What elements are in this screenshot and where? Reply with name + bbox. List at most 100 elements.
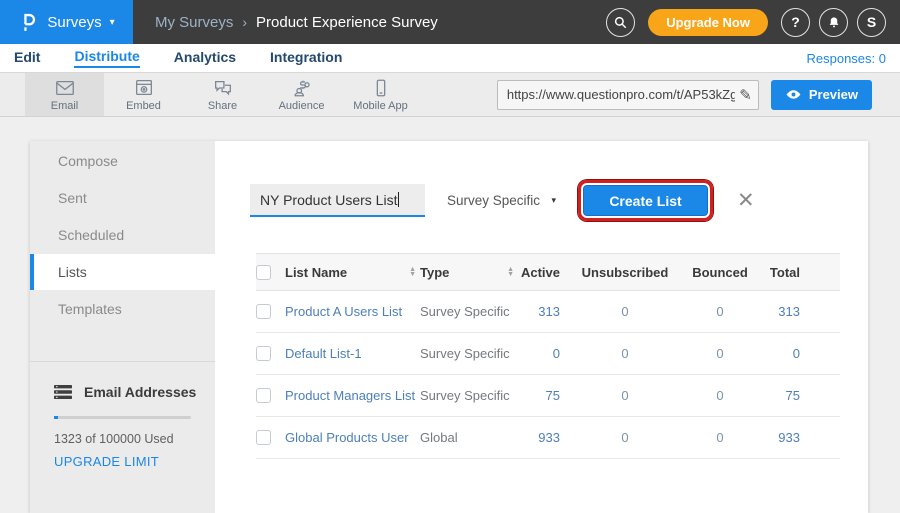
list-type-cell: Survey Specific [420, 388, 510, 403]
survey-nav: Edit Distribute Analytics Integration Re… [0, 44, 900, 72]
lists-main-panel: NY Product Users List Survey Specific ▾ … [215, 141, 868, 513]
embed-icon [133, 78, 155, 98]
sort-icon[interactable]: ▲▼ [409, 267, 416, 277]
breadcrumb: My Surveys › Product Experience Survey [155, 14, 438, 31]
unsubscribed-count: 0 [560, 388, 690, 403]
search-icon [613, 15, 628, 30]
sidebar-item-lists[interactable]: Lists [30, 254, 215, 290]
breadcrumb-my-surveys[interactable]: My Surveys [155, 14, 233, 31]
usage-progress-fill [54, 416, 58, 419]
total-count: 75 [750, 388, 824, 403]
create-list-button[interactable]: Create List [583, 185, 708, 216]
table-header-row: List Name ▲▼ Type ▲▼ Active Unsubscribed… [256, 253, 840, 291]
row-checkbox[interactable] [256, 430, 271, 445]
list-type-cell: Survey Specific [420, 346, 510, 361]
avatar-letter: S [867, 14, 876, 30]
surveys-product-menu[interactable]: Surveys ▾ [0, 0, 133, 44]
column-header-list-name: List Name [285, 265, 347, 280]
row-checkbox[interactable] [256, 388, 271, 403]
active-count: 75 [518, 388, 560, 403]
notifications-button[interactable] [819, 8, 848, 37]
channel-tab-email[interactable]: Email [25, 73, 104, 116]
questionpro-logo-icon [18, 12, 39, 33]
unsubscribed-count: 0 [560, 304, 690, 319]
email-lists-card: Compose Sent Scheduled Lists Templates [30, 141, 868, 513]
select-all-checkbox[interactable] [256, 265, 271, 280]
sidebar-item-label: Sent [58, 190, 87, 206]
channel-tab-share[interactable]: Share [183, 73, 262, 116]
sidebar-item-label: Scheduled [58, 227, 124, 243]
list-type-cell: Global [420, 430, 458, 445]
list-name-link[interactable]: Global Products User [285, 430, 409, 445]
upgrade-limit-link[interactable]: UPGRADE LIMIT [30, 446, 215, 469]
breadcrumb-separator: › [242, 14, 247, 30]
bounced-count: 0 [690, 388, 750, 403]
search-button[interactable] [606, 8, 635, 37]
survey-url-field[interactable]: https://www.questionpro.com/t/AP53kZgfo … [497, 80, 759, 110]
table-row: Product Managers List Survey Specific 75… [256, 375, 840, 417]
table-row: Global Products User Global 933 0 0 933 [256, 417, 840, 459]
close-icon[interactable]: ✕ [737, 190, 755, 211]
bounced-count: 0 [690, 430, 750, 445]
audience-icon [291, 78, 313, 98]
channel-tab-embed[interactable]: Embed [104, 73, 183, 116]
preview-button[interactable]: Preview [771, 80, 872, 110]
list-name-link[interactable]: Product Managers List [285, 388, 415, 403]
top-header: Surveys ▾ My Surveys › Product Experienc… [0, 0, 900, 44]
tab-analytics[interactable]: Analytics [174, 49, 236, 67]
total-count: 933 [750, 430, 824, 445]
tab-edit[interactable]: Edit [14, 49, 40, 67]
sidebar-item-sent[interactable]: Sent [30, 180, 215, 216]
header-actions: Upgrade Now ? S [606, 8, 900, 37]
list-type-cell: Survey Specific [420, 304, 510, 319]
sidebar-item-compose[interactable]: Compose [30, 143, 215, 179]
sidebar-item-templates[interactable]: Templates [30, 291, 215, 327]
upgrade-now-button[interactable]: Upgrade Now [648, 9, 768, 36]
chevron-down-icon: ▾ [551, 195, 556, 206]
column-header-bounced: Bounced [690, 265, 750, 280]
toolbar-right: https://www.questionpro.com/t/AP53kZgfo … [497, 80, 900, 110]
tab-distribute[interactable]: Distribute [74, 48, 139, 68]
total-count: 313 [750, 304, 824, 319]
row-checkbox[interactable] [256, 346, 271, 361]
app-window: Surveys ▾ My Surveys › Product Experienc… [0, 0, 900, 497]
sidebar-item-label: Lists [58, 264, 87, 280]
edit-url-pencil-icon[interactable]: ✎ [735, 86, 752, 104]
list-name-input[interactable]: NY Product Users List [250, 184, 425, 217]
active-count: 0 [518, 346, 560, 361]
email-addresses-title: Email Addresses [84, 384, 196, 400]
list-name-value: NY Product Users List [260, 192, 397, 208]
active-count: 313 [518, 304, 560, 319]
channel-tab-label: Email [51, 100, 79, 112]
tab-integration[interactable]: Integration [270, 49, 342, 67]
bell-icon [827, 15, 841, 29]
user-avatar[interactable]: S [857, 8, 886, 37]
email-sidebar: Compose Sent Scheduled Lists Templates [30, 141, 215, 513]
sort-icon[interactable]: ▲▼ [507, 267, 514, 277]
column-header-active: Active [518, 265, 560, 280]
row-checkbox[interactable] [256, 304, 271, 319]
breadcrumb-current-survey: Product Experience Survey [256, 14, 438, 31]
annotation-highlight-ring: Create List [578, 180, 713, 221]
sidebar-item-scheduled[interactable]: Scheduled [30, 217, 215, 253]
active-count: 933 [518, 430, 560, 445]
lists-table: List Name ▲▼ Type ▲▼ Active Unsubscribed… [256, 253, 840, 459]
channel-tab-audience[interactable]: Audience [262, 73, 341, 116]
share-icon [212, 78, 234, 98]
list-type-dropdown[interactable]: Survey Specific ▾ [437, 193, 560, 208]
table-row: Default List-1 Survey Specific 0 0 0 0 [256, 333, 840, 375]
table-row: Product A Users List Survey Specific 313… [256, 291, 840, 333]
bounced-count: 0 [690, 346, 750, 361]
create-list-form: NY Product Users List Survey Specific ▾ … [250, 180, 755, 221]
preview-label: Preview [809, 87, 858, 102]
column-header-total: Total [750, 265, 824, 280]
responses-counter[interactable]: Responses: 0 [807, 51, 887, 66]
channel-tabs: Email Embed Share [25, 73, 420, 116]
help-icon: ? [791, 14, 800, 30]
list-name-link[interactable]: Default List-1 [285, 346, 362, 361]
help-button[interactable]: ? [781, 8, 810, 37]
usage-progress-bar [54, 416, 191, 419]
channel-tab-mobile-app[interactable]: Mobile App [341, 73, 420, 116]
list-name-link[interactable]: Product A Users List [285, 304, 402, 319]
unsubscribed-count: 0 [560, 346, 690, 361]
